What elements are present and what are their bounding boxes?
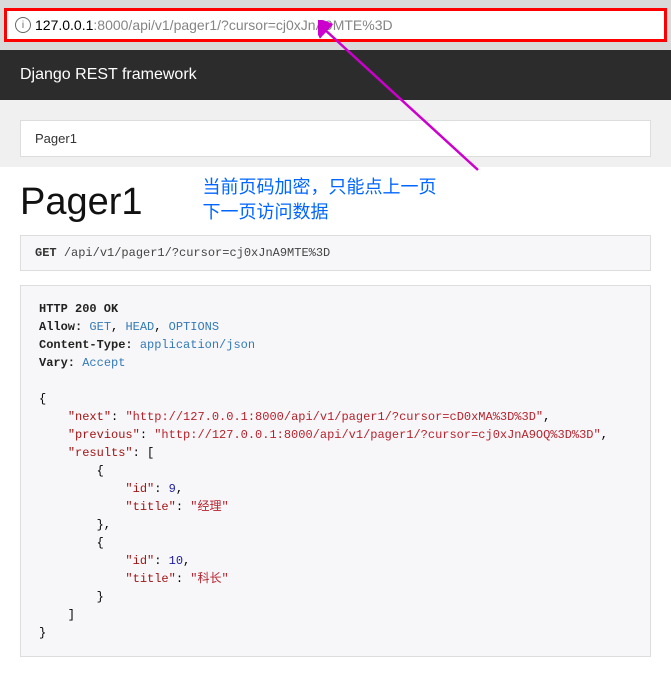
prev-key: "previous" [68,428,140,442]
content-area: Pager1 [0,100,671,167]
next-val: "http://127.0.0.1:8000/api/v1/pager1/?cu… [125,410,543,424]
annotation-text: 当前页码加密，只能点上一页 下一页访问数据 [203,175,437,225]
title-row: Pager1 当前页码加密，只能点上一页 下一页访问数据 [20,167,651,225]
url-bar[interactable]: i 127.0.0.1:8000/api/v1/pager1/?cursor=c… [4,8,667,42]
vary-label: Vary: [39,356,75,370]
breadcrumb-item[interactable]: Pager1 [35,131,77,146]
request-path: /api/v1/pager1/?cursor=cj0xJnA9MTE%3D [64,246,330,260]
content-type-value: application/json [140,338,255,352]
allow-head: HEAD [125,320,154,334]
brand-label[interactable]: Django REST framework [20,66,197,83]
info-icon[interactable]: i [15,17,31,33]
item1-title-key: "title" [125,500,175,514]
allow-get: GET [89,320,111,334]
url-host: 127.0.0.1 [35,17,93,33]
item2-title-val: "科长" [190,572,228,586]
url-bar-container: i 127.0.0.1:8000/api/v1/pager1/?cursor=c… [0,0,671,50]
prev-val: "http://127.0.0.1:8000/api/v1/pager1/?cu… [154,428,600,442]
allow-label: Allow: [39,320,82,334]
results-key: "results" [68,446,133,460]
request-method: GET [35,246,57,260]
item1-title-val: "经理" [190,500,228,514]
main-content: Pager1 当前页码加密，只能点上一页 下一页访问数据 GET /api/v1… [0,167,671,677]
item2-title-key: "title" [125,572,175,586]
content-type-label: Content-Type: [39,338,133,352]
allow-options: OPTIONS [169,320,219,334]
item1-id-key: "id" [125,482,154,496]
response-block: HTTP 200 OK Allow: GET, HEAD, OPTIONS Co… [20,285,651,657]
vary-value: Accept [82,356,125,370]
request-line: GET /api/v1/pager1/?cursor=cj0xJnA9MTE%3… [20,235,651,271]
status-line: HTTP 200 OK [39,302,118,316]
url-text: 127.0.0.1:8000/api/v1/pager1/?cursor=cj0… [35,17,393,33]
url-rest: :8000/api/v1/pager1/?cursor=cj0xJnA9MTE%… [93,17,392,33]
item2-id-key: "id" [125,554,154,568]
next-key: "next" [68,410,111,424]
item2-id-val: 10 [169,554,183,568]
breadcrumb: Pager1 [20,120,651,157]
page-title: Pager1 [20,181,143,224]
item1-id-val: 9 [169,482,176,496]
app-header: Django REST framework [0,50,671,100]
